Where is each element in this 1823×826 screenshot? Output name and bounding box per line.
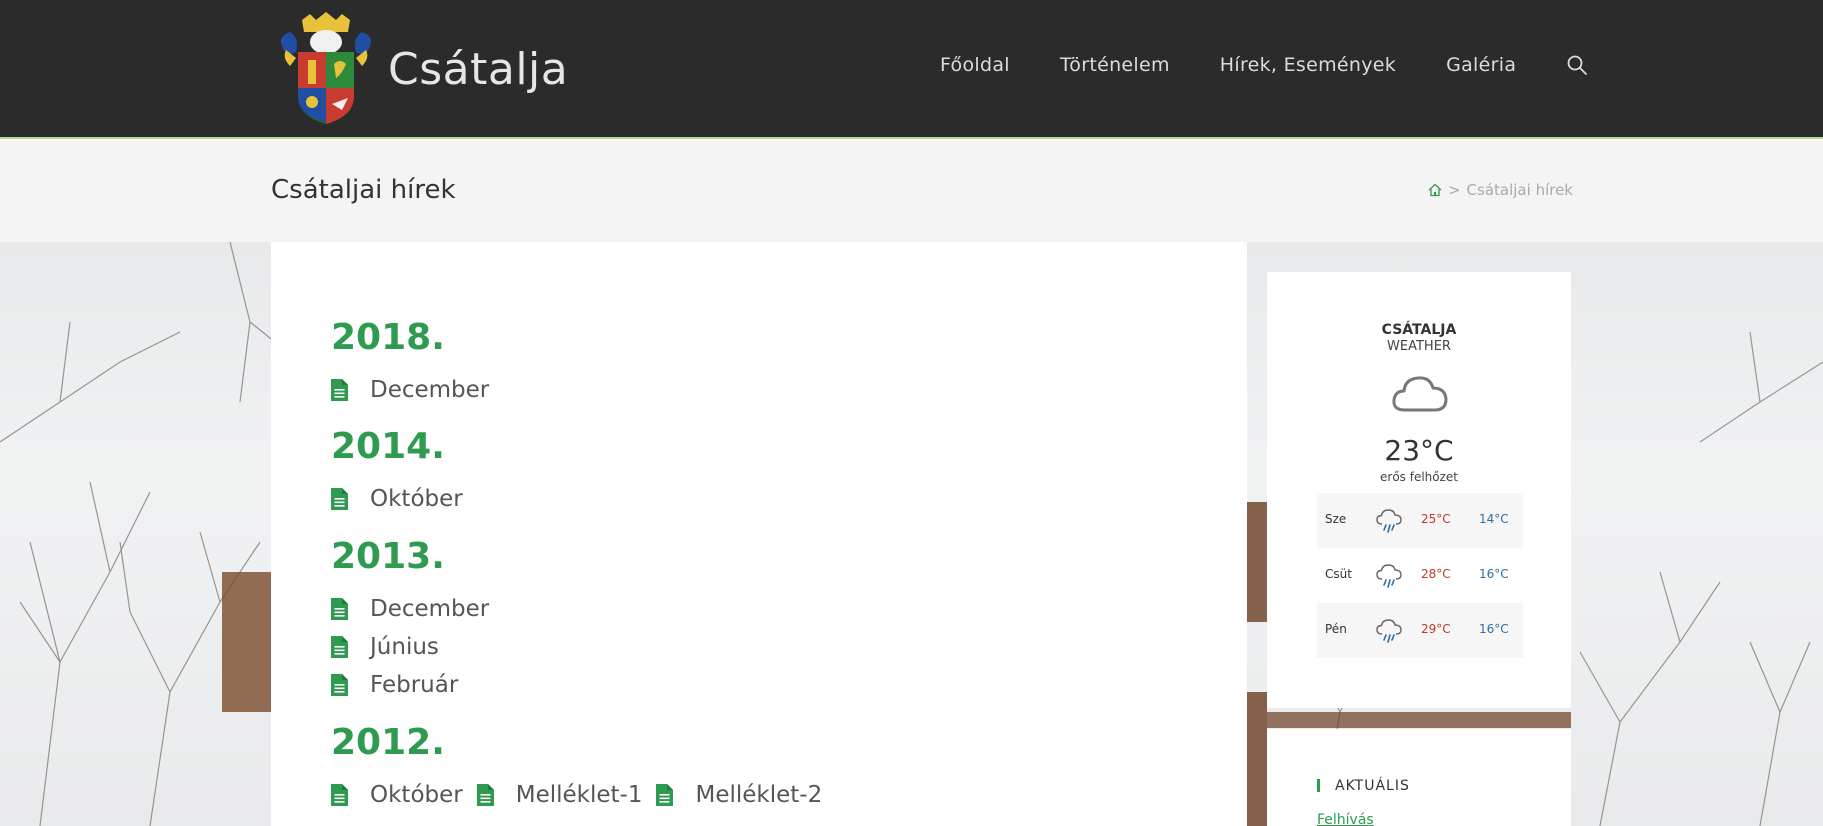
cloud-icon	[1392, 376, 1448, 412]
current-temperature: 23°C	[1384, 434, 1454, 467]
rain-cloud-icon	[1376, 619, 1402, 643]
site-logo-link[interactable]: Csátalja	[276, 12, 568, 126]
document-icon	[331, 784, 348, 806]
entry-link[interactable]: December	[331, 377, 489, 403]
year-heading: 2018.	[331, 317, 445, 358]
nav-item-tortenelem[interactable]: Történelem	[1060, 54, 1170, 76]
forecast-high: 25°C	[1421, 512, 1451, 526]
nav-item-hirek-esemenyek[interactable]: Hírek, Események	[1220, 54, 1396, 76]
entry-link[interactable]: Június	[331, 634, 439, 660]
widget-title: AKTUÁLIS	[1335, 778, 1410, 794]
weather-city: CSÁTALJA	[1381, 322, 1457, 338]
document-icon	[656, 784, 674, 806]
entry-label: December	[370, 377, 490, 403]
entry-link[interactable]: Október	[331, 782, 463, 808]
forecast-high: 29°C	[1421, 622, 1451, 636]
document-icon	[331, 636, 348, 658]
aktualis-link[interactable]: Felhívás	[1317, 812, 1374, 826]
forecast-day: Sze	[1325, 512, 1347, 526]
entry-label: December	[370, 596, 490, 622]
entry-link[interactable]: Október	[331, 486, 463, 512]
entry-label: Október	[370, 782, 463, 808]
document-icon	[331, 598, 348, 620]
main-nav: Főoldal Történelem Hírek, Események Galé…	[940, 54, 1588, 76]
aktualis-widget: AKTUÁLIS Felhívás	[1267, 729, 1571, 826]
nav-item-galeria[interactable]: Galéria	[1446, 54, 1516, 76]
forecast-day: Pén	[1325, 622, 1347, 636]
breadcrumb: > Csátaljai hírek	[1428, 181, 1573, 199]
breadcrumb-current: Csátaljai hírek	[1466, 181, 1573, 199]
entry-label: Február	[370, 672, 459, 698]
year-heading: 2014.	[331, 426, 445, 467]
breadcrumb-separator: >	[1447, 181, 1461, 199]
weather-subtitle: WEATHER	[1387, 339, 1451, 354]
forecast-low: 16°C	[1479, 622, 1509, 636]
rain-cloud-icon	[1376, 564, 1402, 588]
forecast-low: 16°C	[1479, 567, 1509, 581]
year-heading: 2013.	[331, 536, 445, 577]
document-icon	[331, 488, 348, 510]
weather-widget: CSÁTALJA WEATHER 23°C erős felhőzet Sze …	[1267, 272, 1571, 708]
entry-label: Június	[370, 634, 439, 660]
home-icon[interactable]	[1428, 183, 1442, 197]
list-item: December	[331, 377, 503, 403]
document-icon	[331, 674, 348, 696]
widget-title-accent	[1317, 779, 1320, 792]
list-item: Február	[331, 672, 472, 698]
entry-label: Október	[370, 486, 463, 512]
forecast-row: Csüt 28°C 16°C	[1317, 548, 1523, 603]
site-header: Csátalja Főoldal Történelem Hírek, Esemé…	[0, 0, 1823, 139]
page-title-bar: Csátaljai hírek > Csátaljai hírek	[0, 141, 1823, 242]
entry-label: Melléklet-1	[515, 782, 643, 808]
nav-item-fooldal[interactable]: Főoldal	[940, 54, 1010, 76]
forecast-low: 14°C	[1479, 512, 1509, 526]
entry-link[interactable]: December	[331, 596, 489, 622]
forecast-high: 28°C	[1421, 567, 1451, 581]
page-title: Csátaljai hírek	[271, 175, 456, 205]
archive-content: 2018. December 2014. Október 2013. Decem…	[271, 242, 1247, 826]
entry-link[interactable]: Február	[331, 672, 458, 698]
list-item: December	[331, 596, 503, 622]
document-icon	[331, 379, 348, 401]
rain-cloud-icon	[1376, 509, 1402, 533]
forecast-day: Csüt	[1325, 567, 1352, 581]
entry-label: Melléklet-2	[695, 782, 823, 808]
attachment-link[interactable]: Melléklet-2	[656, 782, 822, 808]
list-item: Június	[331, 634, 453, 660]
forecast-table: Sze 25°C 14°C Csüt 28°C 16°C Pén 29°C 16…	[1317, 493, 1523, 658]
search-icon[interactable]	[1566, 54, 1588, 76]
document-icon	[476, 784, 494, 806]
forecast-row: Sze 25°C 14°C	[1317, 493, 1523, 548]
coat-of-arms-logo	[281, 12, 371, 124]
year-heading: 2012.	[331, 722, 445, 763]
list-item: Október Melléklet-1 Melléklet-2	[331, 782, 836, 808]
attachment-link[interactable]: Melléklet-1	[476, 782, 643, 808]
weather-description: erős felhőzet	[1380, 470, 1458, 484]
forecast-row: Pén 29°C 16°C	[1317, 603, 1523, 658]
site-name: Csátalja	[388, 43, 569, 95]
list-item: Október	[331, 486, 477, 512]
